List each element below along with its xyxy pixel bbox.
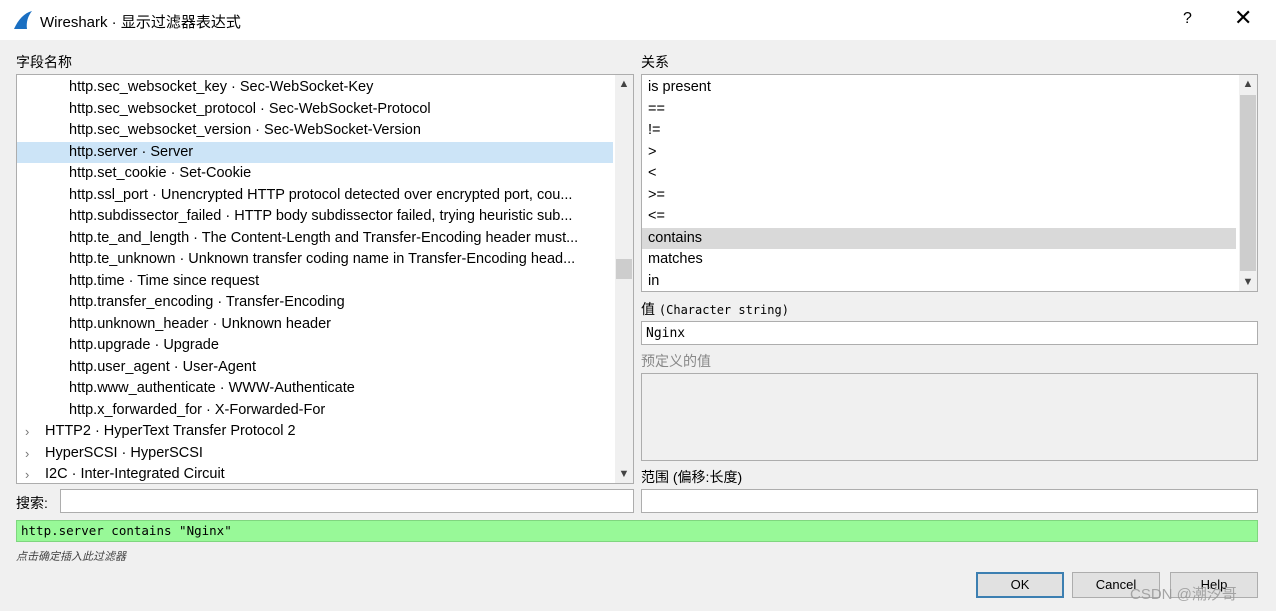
relation-row-label: !=: [648, 122, 661, 138]
field-row[interactable]: http.transfer_encoding · Transfer-Encodi…: [17, 292, 613, 314]
field-row[interactable]: http.server · Server: [17, 141, 613, 163]
title-bar: Wireshark · 显示过滤器表达式 ? ✕: [0, 0, 1276, 40]
field-row[interactable]: http.unknown_header · Unknown header: [17, 314, 613, 336]
field-row-label: http.user_agent · User-Agent: [69, 358, 256, 375]
relation-row-label: >=: [648, 186, 665, 203]
relation-row[interactable]: ==: [642, 99, 1236, 121]
hint-text: 点击确定插入此过滤器: [16, 551, 126, 563]
field-row-label: HTTP2 · HyperText Transfer Protocol 2: [45, 423, 296, 439]
relation-row[interactable]: is present: [642, 77, 1236, 99]
field-row[interactable]: http.subdissector_failed · HTTP body sub…: [17, 206, 613, 228]
field-row-label: http.transfer_encoding · Transfer-Encodi…: [69, 294, 345, 310]
relation-row[interactable]: <: [642, 163, 1236, 185]
field-row-label: http.sec_websocket_version · Sec-WebSock…: [69, 122, 421, 138]
relation-list[interactable]: is present == != > < >= <= contains matches in ▲ …: [641, 74, 1258, 292]
relation-row[interactable]: matches: [642, 249, 1236, 271]
window-title: Wireshark · 显示过滤器表达式: [40, 14, 241, 31]
field-list-scrollbar[interactable]: ▲ ▼: [615, 75, 633, 483]
relation-row[interactable]: !=: [642, 120, 1236, 142]
chevron-up-icon[interactable]: ▲: [1239, 75, 1257, 93]
chevron-down-icon[interactable]: ▼: [615, 465, 633, 483]
relation-row-label: <=: [648, 208, 665, 224]
field-row[interactable]: http.te_unknown · Unknown transfer codin…: [17, 249, 613, 271]
field-row-label: http.time · Time since request: [69, 272, 260, 289]
field-row-label: http.sec_websocket_protocol · Sec-WebSoc…: [69, 100, 431, 117]
relation-row-label: <: [648, 165, 657, 181]
range-label: 范围 (偏移:长度): [641, 469, 743, 485]
relation-row-label: is present: [648, 79, 711, 95]
field-row[interactable]: http.time · Time since request: [17, 271, 613, 293]
relation-row[interactable]: <=: [642, 206, 1236, 228]
field-row[interactable]: http.x_forwarded_for · X-Forwarded-For: [17, 400, 613, 422]
field-row-label: http.server · Server: [69, 143, 194, 160]
ok-button[interactable]: OK: [976, 572, 1064, 598]
relation-row-label: matches: [648, 251, 703, 267]
field-row[interactable]: http.sec_websocket_key · Sec-WebSocket-K…: [17, 77, 613, 99]
relation-row[interactable]: in: [642, 271, 1236, 292]
relation-row-label: >: [648, 143, 657, 160]
field-row-label: http.sec_websocket_key · Sec-WebSocket-K…: [69, 79, 374, 95]
field-row[interactable]: http.te_and_length · The Content-Length …: [17, 228, 613, 250]
chevron-up-icon[interactable]: ▲: [615, 75, 633, 93]
field-row[interactable]: › HyperSCSI · HyperSCSI: [17, 443, 613, 465]
field-row-label: I2C · Inter-Integrated Circuit: [45, 466, 225, 482]
field-row-label: HyperSCSI · HyperSCSI: [45, 444, 203, 461]
field-row[interactable]: › HTTP2 · HyperText Transfer Protocol 2: [17, 421, 613, 443]
wireshark-fin-icon: [14, 11, 32, 29]
relation-row[interactable]: contains: [642, 227, 1236, 249]
field-row[interactable]: http.sec_websocket_version · Sec-WebSock…: [17, 120, 613, 142]
relation-row[interactable]: >: [642, 142, 1236, 164]
range-input[interactable]: [641, 489, 1258, 513]
chevron-right-icon[interactable]: ›: [25, 443, 29, 465]
value-input[interactable]: [641, 321, 1258, 345]
chevron-right-icon[interactable]: ›: [25, 464, 29, 483]
field-row[interactable]: http.set_cookie · Set-Cookie: [17, 163, 613, 185]
relation-label: 关系: [641, 54, 669, 70]
search-input[interactable]: [60, 489, 634, 513]
watermark: CSDN @潮汐哥: [1130, 586, 1237, 603]
field-row-label: http.te_and_length · The Content-Length …: [69, 229, 579, 246]
field-row[interactable]: http.upgrade · Upgrade: [17, 335, 613, 357]
field-row-label: http.www_authenticate · WWW-Authenticate: [69, 380, 355, 396]
field-row-label: http.te_unknown · Unknown transfer codin…: [69, 251, 576, 267]
relation-row-label: in: [648, 272, 660, 289]
field-list[interactable]: http.sec_websocket_key · Sec-WebSocket-K…: [16, 74, 634, 484]
value-label-prefix: 值: [641, 301, 655, 317]
relation-list-scrollbar[interactable]: ▲ ▼: [1239, 75, 1257, 291]
scrollbar-thumb[interactable]: [1240, 95, 1256, 271]
chevron-down-icon[interactable]: ▼: [1239, 273, 1257, 291]
relation-row[interactable]: >=: [642, 185, 1236, 207]
field-name-label: 字段名称: [16, 54, 72, 70]
field-row-label: http.set_cookie · Set-Cookie: [69, 165, 252, 181]
relation-row-label: ==: [648, 100, 665, 117]
field-row-label: http.x_forwarded_for · X-Forwarded-For: [69, 401, 326, 418]
field-row[interactable]: http.ssl_port · Unencrypted HTTP protoco…: [17, 185, 613, 207]
help-icon[interactable]: ?: [1183, 10, 1192, 28]
field-row-label: http.upgrade · Upgrade: [69, 337, 219, 353]
field-row[interactable]: › I2C · Inter-Integrated Circuit: [17, 464, 613, 483]
search-label: 搜索:: [16, 495, 48, 511]
relation-row-label: contains: [648, 229, 703, 246]
relation-rows: is present == != > < >= <= contains matches in: [642, 77, 1238, 292]
field-row-label: http.unknown_header · Unknown header: [69, 315, 331, 332]
value-type: (Character string): [658, 303, 789, 317]
field-row[interactable]: http.www_authenticate · WWW-Authenticate: [17, 378, 613, 400]
chevron-right-icon[interactable]: ›: [25, 421, 29, 443]
predefined-values-label: 预定义的值: [641, 353, 711, 369]
field-row-label: http.subdissector_failed · HTTP body sub…: [69, 208, 573, 224]
field-row[interactable]: http.user_agent · User-Agent: [17, 357, 613, 379]
close-icon[interactable]: ✕: [1234, 7, 1252, 29]
predefined-values-list[interactable]: [641, 373, 1258, 461]
field-row-label: http.ssl_port · Unencrypted HTTP protoco…: [69, 186, 573, 203]
field-row[interactable]: http.sec_websocket_protocol · Sec-WebSoc…: [17, 99, 613, 121]
field-rows: http.sec_websocket_key · Sec-WebSocket-K…: [17, 75, 615, 483]
scrollbar-thumb[interactable]: [616, 259, 632, 279]
value-label: 值 (Character string): [641, 299, 789, 319]
filter-expression: http.server contains "Nginx": [16, 520, 1258, 542]
